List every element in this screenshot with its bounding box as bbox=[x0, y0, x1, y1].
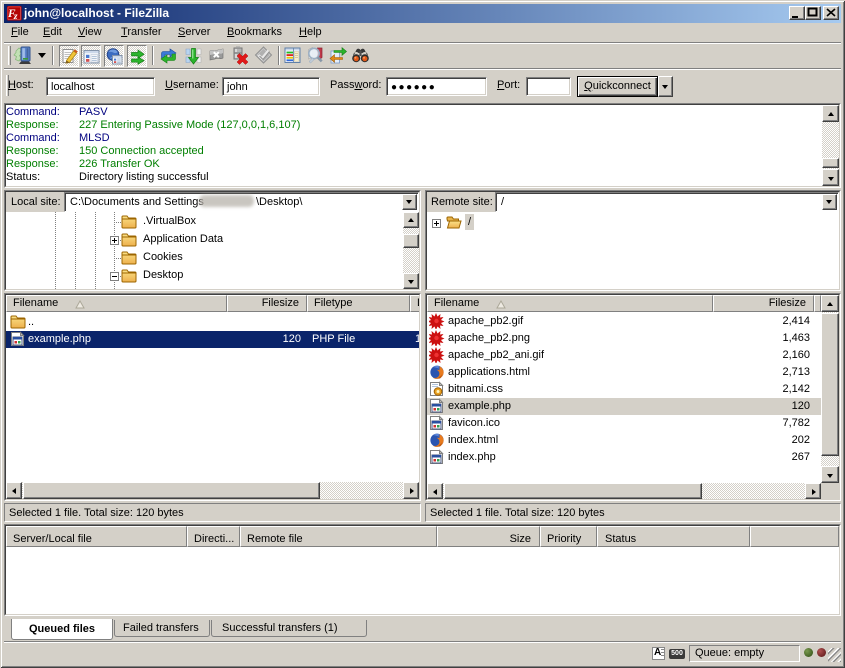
svg-text:z: z bbox=[13, 11, 18, 21]
